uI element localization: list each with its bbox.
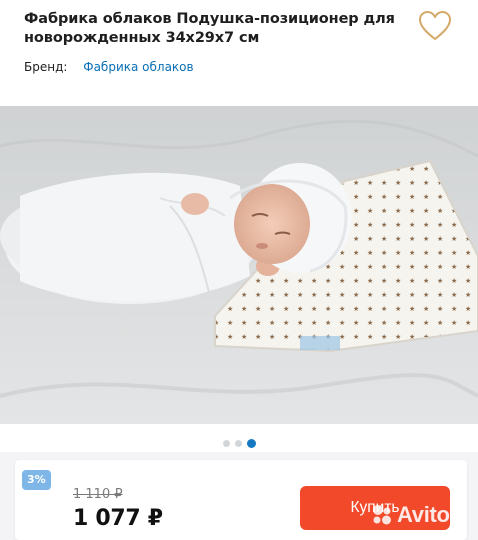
gallery-dot[interactable]: [234, 440, 242, 447]
gallery-dot-active[interactable]: [246, 439, 256, 448]
product-photo[interactable]: ★: [0, 106, 478, 424]
discount-badge: 3%: [22, 470, 51, 490]
brand-row: Бренд: Фабрика облаков: [24, 59, 194, 75]
product-header: Фабрика облаков Подушка-позиционер для н…: [24, 10, 404, 48]
brand-label: Бренд:: [24, 60, 68, 74]
avito-watermark-text: Avito: [397, 502, 450, 527]
gallery-dot[interactable]: [222, 440, 230, 447]
brand-link[interactable]: Фабрика облаков: [83, 60, 193, 74]
favorite-button[interactable]: [418, 10, 452, 42]
avito-dots-icon: [373, 505, 391, 525]
heart-outline-icon: [419, 11, 451, 40]
avito-watermark: Avito: [370, 500, 470, 530]
current-price: 1 077 ₽: [73, 506, 163, 531]
old-price: 1 110 ₽: [73, 487, 123, 502]
gallery-pagination: [0, 439, 478, 450]
product-title: Фабрика облаков Подушка-позиционер для н…: [24, 11, 395, 46]
